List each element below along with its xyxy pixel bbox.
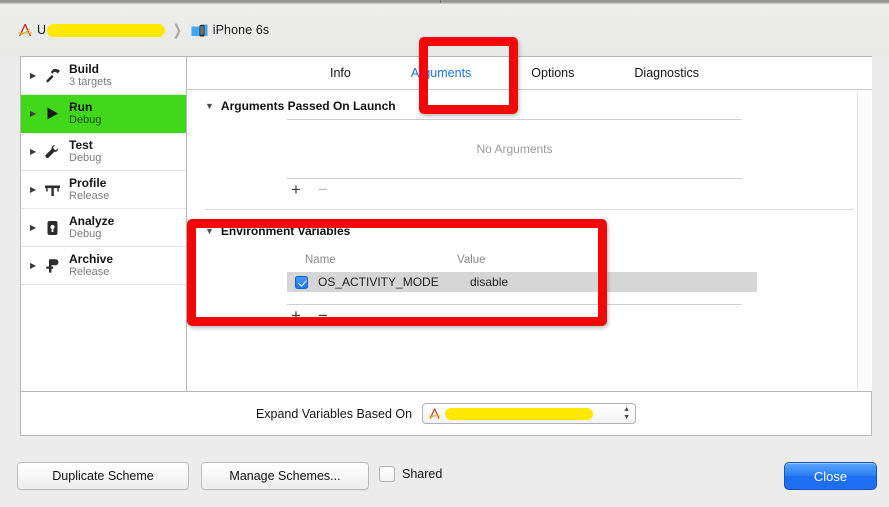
arguments-table: No Arguments + − <box>287 119 832 201</box>
breadcrumb-scheme[interactable]: U <box>16 21 166 39</box>
sidebar-item-run[interactable]: ▶ Run Debug <box>21 95 186 133</box>
sidebar-item-build-subtitle: 3 targets <box>69 76 112 89</box>
expand-variables-bar: Expand Variables Based On ▲ ▼ <box>20 392 872 436</box>
shared-checkbox-box[interactable] <box>379 466 395 482</box>
shared-checkbox-label: Shared <box>402 467 443 481</box>
arguments-add-remove-controls: + − <box>287 179 744 201</box>
sidebar-item-build-title: Build <box>69 61 99 76</box>
arguments-empty-text: No Arguments <box>476 142 553 156</box>
duplicate-scheme-button[interactable]: Duplicate Scheme <box>17 462 189 490</box>
disclosure-triangle-down-icon[interactable]: ▼ <box>205 226 214 236</box>
close-button[interactable]: Close <box>784 462 877 490</box>
column-header-name: Name <box>305 254 336 266</box>
disclosure-triangle-icon[interactable]: ▶ <box>30 185 41 194</box>
device-name: iPhone 6s <box>212 23 270 37</box>
sidebar-item-test-title: Test <box>69 137 93 152</box>
sidebar-item-build[interactable]: ▶ Build 3 targets <box>21 57 186 95</box>
stepper-down-icon[interactable]: ▼ <box>623 414 630 421</box>
sidebar-item-analyze[interactable]: ▶ Analyze Debug <box>21 209 186 247</box>
sidebar-item-profile-title: Profile <box>69 175 107 190</box>
disclosure-triangle-icon[interactable]: ▶ <box>30 109 41 118</box>
hammer-icon <box>41 68 63 84</box>
expand-variables-value-redaction <box>445 407 594 420</box>
stepper-up-icon[interactable]: ▲ <box>623 406 630 413</box>
scheme-editor-panel: ▶ Build 3 targets ▶ Run Debug ▶ Test Deb… <box>20 56 872 392</box>
environment-table-header: Name Value <box>187 254 872 266</box>
add-argument-button[interactable]: + <box>289 181 303 198</box>
expand-variables-label: Expand Variables Based On <box>255 406 413 421</box>
tab-options[interactable]: Options <box>527 64 578 82</box>
breadcrumb-destination[interactable]: iPhone 6s <box>191 23 270 38</box>
arguments-section-title: Arguments Passed On Launch <box>220 99 396 113</box>
vertical-scrollbar[interactable] <box>857 91 871 390</box>
simulator-device-icon <box>191 23 208 38</box>
sidebar-item-analyze-subtitle: Debug <box>69 228 102 241</box>
arguments-pane: ▼ Arguments Passed On Launch No Argument… <box>187 90 872 391</box>
sidebar-item-archive-title: Archive <box>69 251 114 266</box>
env-var-name[interactable]: OS_ACTIVITY_MODE <box>318 275 470 289</box>
shared-checkbox[interactable]: Shared <box>379 466 442 482</box>
tab-info[interactable]: Info <box>326 64 355 82</box>
sidebar-item-test[interactable]: ▶ Test Debug <box>21 133 186 171</box>
sidebar-item-archive-subtitle: Release <box>69 266 110 279</box>
environment-section-title: Environment Variables <box>220 224 351 238</box>
env-var-enabled-checkbox[interactable] <box>295 275 308 289</box>
wrench-icon <box>41 144 63 160</box>
scheme-name-prefix: U <box>37 23 47 37</box>
sidebar-item-test-subtitle: Debug <box>69 152 102 165</box>
column-header-value: Value <box>457 254 486 266</box>
sidebar-item-run-title: Run <box>69 99 93 114</box>
remove-env-var-button[interactable]: − <box>316 307 330 324</box>
environment-table-footer: + − <box>287 304 832 327</box>
gauge-icon <box>41 182 63 197</box>
arguments-section-header[interactable]: ▼ Arguments Passed On Launch <box>187 90 872 119</box>
sidebar-item-profile[interactable]: ▶ Profile Release <box>21 171 186 209</box>
env-var-value[interactable]: disable <box>470 275 508 289</box>
xcode-scheme-icon <box>427 406 442 421</box>
analyze-icon <box>41 220 63 236</box>
sidebar-item-run-text: Run Debug <box>69 99 102 127</box>
xcode-scheme-icon <box>16 21 34 39</box>
tab-arguments[interactable]: Arguments <box>407 64 475 82</box>
archive-icon <box>41 258 63 274</box>
sidebar-item-analyze-title: Analyze <box>69 213 115 228</box>
sidebar-item-run-subtitle: Debug <box>69 114 102 127</box>
play-icon <box>41 106 63 121</box>
disclosure-triangle-down-icon[interactable]: ▼ <box>205 101 214 111</box>
table-row[interactable]: OS_ACTIVITY_MODE disable <box>287 272 757 292</box>
disclosure-triangle-icon[interactable]: ▶ <box>30 261 41 270</box>
environment-add-remove-controls: + − <box>287 305 744 327</box>
disclosure-triangle-icon[interactable]: ▶ <box>30 147 41 156</box>
expand-variables-popup-button[interactable]: ▲ ▼ <box>422 403 637 424</box>
environment-section-header[interactable]: ▼ Environment Variables <box>187 210 872 244</box>
arguments-empty-row: No Arguments <box>287 120 742 178</box>
sidebar-item-test-text: Test Debug <box>69 137 102 165</box>
sidebar-item-profile-text: Profile Release <box>69 175 110 203</box>
disclosure-triangle-icon[interactable]: ▶ <box>30 223 41 232</box>
scheme-name-redaction <box>47 23 166 37</box>
tab-diagnostics[interactable]: Diagnostics <box>630 64 703 82</box>
breadcrumb: U ❯ iPhone 6s <box>0 4 889 56</box>
scheme-action-sidebar: ▶ Build 3 targets ▶ Run Debug ▶ Test Deb… <box>21 57 187 391</box>
breadcrumb-separator-icon: ❯ <box>172 22 183 39</box>
add-env-var-button[interactable]: + <box>289 307 303 324</box>
bottom-toolbar: Duplicate Scheme Manage Schemes... Share… <box>0 455 889 507</box>
sidebar-item-archive-text: Archive Release <box>69 251 114 279</box>
scheme-content-area: Info Arguments Options Diagnostics ▼ Arg… <box>187 57 872 391</box>
remove-argument-button[interactable]: − <box>316 181 330 198</box>
sidebar-item-build-text: Build 3 targets <box>69 61 112 89</box>
sidebar-item-profile-subtitle: Release <box>69 190 110 203</box>
tab-bar: Info Arguments Options Diagnostics <box>187 57 872 90</box>
popup-stepper-icon[interactable]: ▲ ▼ <box>623 406 632 421</box>
manage-schemes-button[interactable]: Manage Schemes... <box>201 462 369 490</box>
disclosure-triangle-icon[interactable]: ▶ <box>30 71 41 80</box>
sidebar-item-archive[interactable]: ▶ Archive Release <box>21 247 186 285</box>
sidebar-item-analyze-text: Analyze Debug <box>69 213 115 241</box>
